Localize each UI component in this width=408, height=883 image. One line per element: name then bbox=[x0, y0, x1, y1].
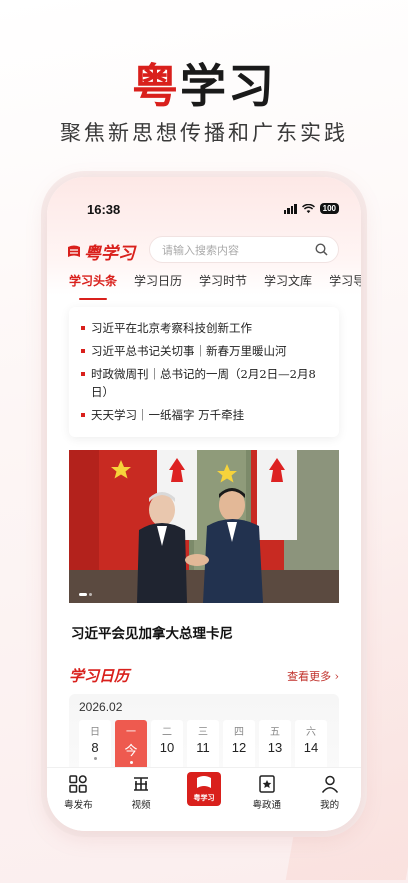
weekday-label: 二 bbox=[162, 727, 172, 738]
tab-bar: 学习头条 学习日历 学习时节 学习文库 学习导读 bbox=[69, 272, 361, 300]
weekday-label: 日 bbox=[90, 727, 100, 738]
phone-mockup: 16:38 100 粤学习 学习头条 学习日历 学习时节 学习文库 学习导读 习… bbox=[47, 177, 361, 831]
calendar-day[interactable]: 二 10 bbox=[151, 720, 183, 770]
tab-headlines[interactable]: 学习头条 bbox=[69, 272, 117, 300]
calendar-day[interactable]: 四 12 bbox=[223, 720, 255, 770]
weekday-label: 三 bbox=[198, 727, 208, 738]
date-label: 13 bbox=[267, 740, 283, 755]
nav-item-learning[interactable]: 粤学习 bbox=[180, 772, 228, 806]
search-bar[interactable] bbox=[149, 236, 339, 263]
logo-book-icon bbox=[68, 245, 80, 257]
search-input[interactable] bbox=[162, 242, 312, 258]
promo-title-red: 粤 bbox=[132, 59, 180, 113]
headline-item[interactable]: 时政微周刊｜总书记的一周（2月2日—2月8日） bbox=[81, 365, 327, 401]
app-logo[interactable]: 粤学习 bbox=[67, 239, 135, 264]
date-label: 12 bbox=[231, 740, 247, 755]
nav-label: 我的 bbox=[320, 800, 340, 811]
wifi-icon bbox=[301, 203, 315, 213]
calendar-month: 2026.02 bbox=[79, 700, 123, 714]
event-dot bbox=[129, 761, 133, 764]
signal-icon bbox=[283, 203, 297, 214]
calendar-week: 日8 一今 二 10 三 11 四 12 五 13 六 14 bbox=[79, 720, 327, 770]
date-label: 10 bbox=[159, 740, 175, 755]
featured-photo[interactable] bbox=[69, 450, 339, 603]
search-icon[interactable] bbox=[315, 243, 328, 256]
nav-item-video[interactable]: 视频 bbox=[117, 774, 165, 811]
date-label: 14 bbox=[303, 740, 319, 755]
nav-label: 粤学习 bbox=[193, 793, 215, 802]
headline-item[interactable]: 天天学习｜一纸福字 万千牵挂 bbox=[81, 406, 327, 424]
promo-title-rest: 学习 bbox=[180, 59, 276, 113]
nav-item-profile[interactable]: 我的 bbox=[306, 774, 354, 811]
see-more-link[interactable]: 查看更多 › bbox=[287, 668, 339, 684]
weekday-label: 六 bbox=[306, 727, 316, 738]
app-header: 粤学习 bbox=[63, 235, 353, 265]
nav-label: 视频 bbox=[131, 800, 151, 811]
photo-caption[interactable]: 习近平会见加拿大总理卡尼 bbox=[71, 622, 233, 642]
battery-indicator: 100 bbox=[319, 203, 339, 214]
calendar-logo: 学习日历 bbox=[69, 667, 130, 685]
nav-item-publish[interactable]: 粤发布 bbox=[54, 774, 102, 811]
bottom-nav: 粤发布 视频 粤学习 粤政通 我的 bbox=[47, 767, 361, 831]
calendar-day[interactable]: 六 14 bbox=[295, 720, 327, 770]
nav-label: 粤发布 bbox=[64, 800, 93, 811]
app-logo-icon: 粤学习 bbox=[186, 772, 221, 806]
star-badge-icon bbox=[259, 775, 275, 793]
calendar-card: 2026.02 日8 一今 二 10 三 11 四 12 五 13 六 14 bbox=[69, 694, 339, 774]
status-time: 16:38 bbox=[87, 202, 121, 217]
date-label: 今 bbox=[124, 743, 138, 758]
nav-label: 粤政通 bbox=[252, 800, 282, 811]
promo-title: 粤学习 bbox=[0, 50, 408, 116]
tab-guide[interactable]: 学习导读 bbox=[329, 272, 361, 294]
grid-icon bbox=[69, 775, 88, 793]
tab-library[interactable]: 学习文库 bbox=[264, 272, 312, 294]
video-icon bbox=[134, 777, 149, 791]
calendar-day[interactable]: 三 11 bbox=[187, 720, 219, 770]
date-label: 11 bbox=[196, 740, 210, 755]
headline-item[interactable]: 习近平总书记关切事｜新春万里暖山河 bbox=[81, 342, 327, 360]
headline-item[interactable]: 习近平在北京考察科技创新工作 bbox=[81, 319, 327, 337]
user-icon bbox=[321, 775, 338, 793]
weekday-label: 四 bbox=[234, 727, 244, 738]
promo-subtitle: 聚焦新思想传播和广东实践 bbox=[60, 121, 348, 145]
weekday-label: 五 bbox=[270, 727, 280, 738]
calendar-day-today[interactable]: 一今 bbox=[115, 720, 147, 770]
tab-seasons[interactable]: 学习时节 bbox=[199, 272, 247, 294]
meeting-photo-image bbox=[69, 450, 339, 603]
logo-text: 粤学习 bbox=[84, 244, 135, 264]
headline-list: 习近平在北京考察科技创新工作 习近平总书记关切事｜新春万里暖山河 时政微周刊｜总… bbox=[69, 307, 339, 437]
event-dot bbox=[93, 757, 97, 760]
date-label: 8 bbox=[91, 740, 99, 755]
tab-calendar[interactable]: 学习日历 bbox=[134, 272, 182, 294]
calendar-header: 学习日历 查看更多 › bbox=[69, 665, 341, 687]
calendar-day[interactable]: 日8 bbox=[79, 720, 111, 770]
weekday-label: 一 bbox=[126, 727, 136, 738]
status-bar: 16:38 100 bbox=[47, 201, 361, 221]
nav-item-government[interactable]: 粤政通 bbox=[243, 774, 291, 811]
calendar-day[interactable]: 五 13 bbox=[259, 720, 291, 770]
